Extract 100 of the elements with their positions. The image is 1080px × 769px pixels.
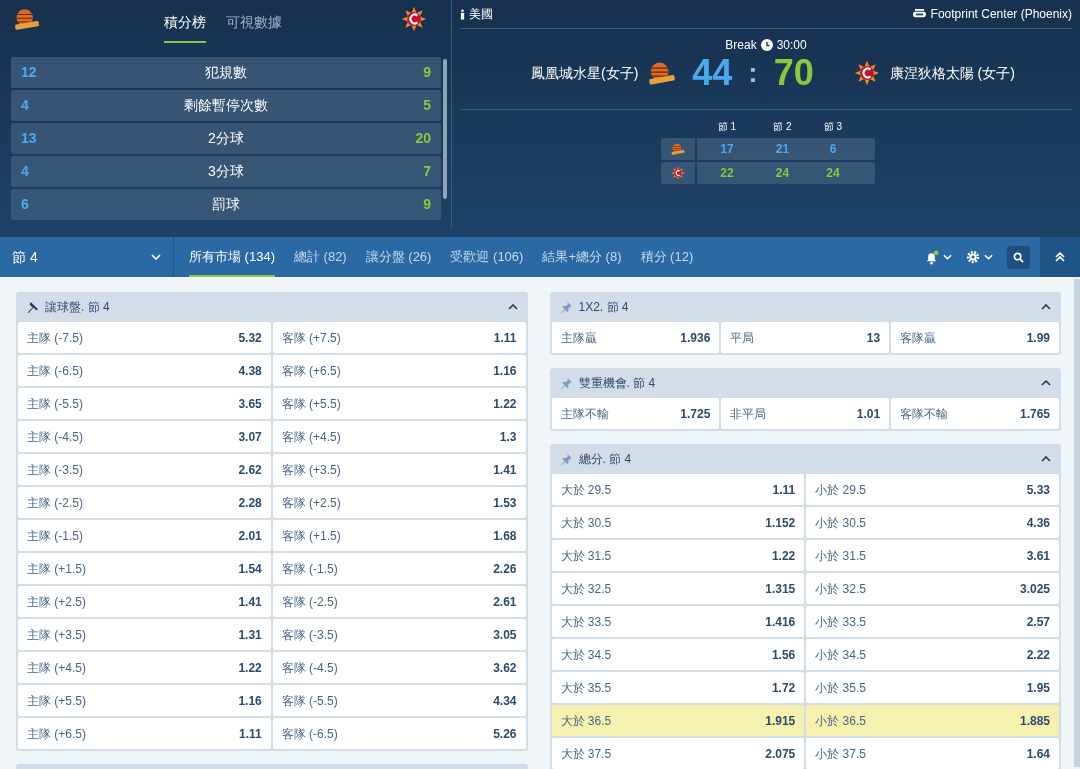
- chevron-up-icon[interactable]: [1041, 304, 1051, 310]
- odds-value: 1.16: [493, 362, 517, 380]
- selection-label: 小於 33.5: [815, 613, 866, 631]
- odds-button[interactable]: 主隊 (-6.5) 4.38: [18, 355, 271, 386]
- odds-button[interactable]: 大於 30.5 1.152: [551, 507, 805, 538]
- selection-label: 小於 37.5: [815, 745, 866, 763]
- odds-button[interactable]: 大於 31.5 1.22: [551, 540, 805, 571]
- odds-button[interactable]: 大於 33.5 1.416: [551, 606, 805, 637]
- odds-button[interactable]: 客隊 (-6.5) 5.26: [272, 718, 526, 749]
- selection-label: 小於 34.5: [815, 646, 866, 664]
- selection-label: 大於 35.5: [560, 679, 612, 697]
- chevron-up-icon[interactable]: [1041, 380, 1051, 386]
- chevron-up-icon[interactable]: [507, 304, 518, 310]
- selection-label: 主隊 (-1.5): [27, 527, 83, 545]
- away-score: 70: [773, 55, 814, 91]
- away-stat: 5: [422, 96, 431, 115]
- odds-value: 5.33: [1026, 481, 1050, 499]
- odds-button[interactable]: 客隊 (+2.5) 1.53: [272, 487, 526, 518]
- selection-label: 平局: [730, 329, 755, 347]
- odds-value: 1.22: [238, 659, 262, 677]
- scrollbar[interactable]: [1074, 279, 1080, 767]
- period-score: 21: [774, 141, 791, 158]
- collapse-button[interactable]: [1040, 237, 1080, 277]
- odds-button[interactable]: 主隊 (-5.5) 3.65: [18, 388, 271, 419]
- odds-button[interactable]: 大於 36.5 1.915: [551, 705, 805, 736]
- odds-button[interactable]: 主隊 (+5.5) 1.16: [18, 685, 271, 716]
- odds-button[interactable]: 客隊 (-3.5) 3.05: [272, 619, 526, 650]
- odds-button[interactable]: 平局 13: [721, 322, 890, 353]
- odds-button[interactable]: 大於 34.5 1.56: [551, 639, 805, 670]
- stat-label: 犯規數: [204, 63, 248, 82]
- scoreboard-tab[interactable]: 積分榜: [163, 12, 206, 43]
- selection-label: 客隊 (+5.5): [281, 395, 341, 413]
- odds-button[interactable]: 客隊 (+1.5) 1.68: [272, 520, 526, 551]
- odds-value: 1.41: [238, 593, 262, 611]
- period-score: 24: [774, 165, 791, 182]
- scoreboard-tab[interactable]: 可視數據: [225, 12, 282, 43]
- odds-button[interactable]: 主隊 (+4.5) 1.22: [18, 652, 271, 683]
- market-tab[interactable]: 結果+總分 (8): [542, 237, 622, 277]
- odds-button[interactable]: 客隊 (+7.5) 1.11: [272, 322, 526, 353]
- odds-button[interactable]: 小於 36.5 1.885: [806, 705, 1059, 736]
- selection-label: 小於 31.5: [815, 547, 866, 565]
- scrollbar[interactable]: [443, 59, 447, 199]
- odds-button[interactable]: 非平局 1.01: [721, 398, 890, 429]
- double-chevron-up-icon: [1055, 252, 1065, 262]
- odds-button[interactable]: 客隊 (+3.5) 1.41: [272, 454, 526, 485]
- home-stat: 4: [21, 96, 30, 115]
- odds-button[interactable]: 客隊 (-4.5) 3.62: [272, 652, 526, 683]
- odds-value: 2.57: [1026, 613, 1050, 631]
- odds-button[interactable]: 大於 32.5 1.315: [551, 573, 805, 604]
- odds-button[interactable]: 客隊 (+4.5) 1.3: [272, 421, 526, 452]
- market-tab[interactable]: 積分 (12): [640, 237, 694, 277]
- info-icon: [460, 8, 465, 20]
- odds-button[interactable]: 主隊贏 1.936: [551, 322, 720, 353]
- odds-button[interactable]: 主隊 (+1.5) 1.54: [18, 553, 271, 584]
- settings-button[interactable]: [966, 250, 993, 264]
- market-tab[interactable]: 受歡迎 (106): [450, 237, 524, 277]
- chevron-up-icon[interactable]: [1041, 456, 1051, 462]
- odds-button[interactable]: 主隊 (+3.5) 1.31: [18, 619, 271, 650]
- odds-button[interactable]: 主隊 (+6.5) 1.11: [18, 718, 271, 749]
- odds-value: 1.95: [1026, 679, 1050, 697]
- odds-value: 1.54: [238, 560, 262, 578]
- odds-button[interactable]: 主隊 (-2.5) 2.28: [18, 487, 271, 518]
- odds-value: 1.11: [239, 725, 262, 743]
- odds-button[interactable]: 主隊 (+2.5) 1.41: [18, 586, 271, 617]
- pin-icon[interactable]: [26, 300, 39, 314]
- odds-button[interactable]: 小於 29.5 5.33: [806, 474, 1059, 505]
- odds-button[interactable]: 大於 35.5 1.72: [551, 672, 805, 703]
- search-button[interactable]: [1007, 245, 1030, 269]
- away-stat: 9: [422, 63, 431, 82]
- odds-button[interactable]: 小於 30.5 4.36: [806, 507, 1059, 538]
- odds-value: 3.07: [238, 428, 262, 446]
- selection-label: 主隊 (-6.5): [27, 362, 83, 380]
- odds-button[interactable]: 主隊 (-7.5) 5.32: [18, 322, 271, 353]
- odds-button[interactable]: 客隊 (-1.5) 2.26: [272, 553, 526, 584]
- odds-button[interactable]: 客隊不輸 1.765: [891, 398, 1059, 429]
- odds-button[interactable]: 小於 32.5 3.025: [806, 573, 1059, 604]
- odds-button[interactable]: 客隊 (-5.5) 4.34: [272, 685, 526, 716]
- odds-button[interactable]: 大於 37.5 2.075: [551, 738, 805, 769]
- odds-button[interactable]: 主隊 (-3.5) 2.62: [18, 454, 271, 485]
- odds-button[interactable]: 小於 34.5 2.22: [806, 639, 1059, 670]
- odds-button[interactable]: 小於 33.5 2.57: [806, 606, 1059, 637]
- selection-label: 客隊 (-4.5): [281, 659, 338, 677]
- odds-button[interactable]: 主隊不輸 1.725: [551, 398, 720, 429]
- selection-label: 大於 32.5: [560, 580, 612, 598]
- odds-button[interactable]: 客隊 (+5.5) 1.22: [272, 388, 526, 419]
- selection-label: 主隊 (-2.5): [27, 494, 83, 512]
- odds-button[interactable]: 大於 29.5 1.11: [551, 474, 805, 505]
- odds-button[interactable]: 客隊 (+6.5) 1.16: [272, 355, 526, 386]
- notifications-button[interactable]: [924, 249, 952, 265]
- odds-button[interactable]: 小於 35.5 1.95: [806, 672, 1059, 703]
- odds-button[interactable]: 客隊贏 1.99: [891, 322, 1059, 353]
- market-tab[interactable]: 讓分盤 (26): [365, 237, 432, 277]
- odds-button[interactable]: 主隊 (-4.5) 3.07: [18, 421, 271, 452]
- market-tab[interactable]: 總計 (82): [293, 237, 347, 277]
- selection-label: 大於 37.5: [560, 745, 612, 763]
- odds-value: 1.936: [680, 329, 711, 347]
- odds-button[interactable]: 客隊 (-2.5) 2.61: [272, 586, 526, 617]
- odds-button[interactable]: 主隊 (-1.5) 2.01: [18, 520, 271, 551]
- odds-button[interactable]: 小於 31.5 3.61: [806, 540, 1059, 571]
- odds-button[interactable]: 小於 37.5 1.64: [806, 738, 1059, 769]
